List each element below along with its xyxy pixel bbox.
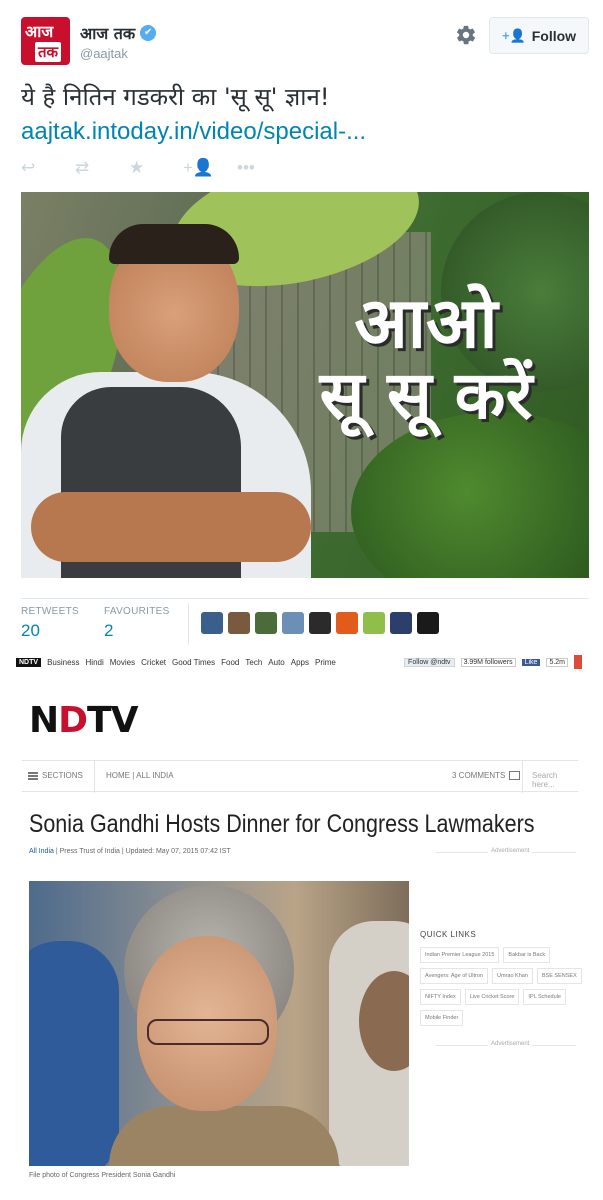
nav-item[interactable]: Auto [268,658,284,667]
divider [94,761,95,793]
article-byline: All India | Press Trust of India | Updat… [29,848,231,855]
tweet-link[interactable]: aajtak.intoday.in/video/special-... [21,118,366,146]
favoriter-avatar[interactable] [255,612,277,634]
favoriter-avatar[interactable] [309,612,331,634]
favourites-label: FAVOURITES [104,606,170,617]
favoriter-avatar[interactable] [282,612,304,634]
nav-item[interactable]: Food [221,658,239,667]
facebook-like-button[interactable]: Like [521,658,541,666]
twitter-follow-button[interactable]: Follow @ndtv [404,657,455,667]
person-body [109,1106,339,1166]
photo-headline: आओ सू सू करें [276,282,576,434]
tweet-text: ये है नितिन गडकरी का 'सू सू' ज्ञान! [21,83,330,111]
byline-category-link[interactable]: All India [29,848,54,855]
section-bar: SECTIONS HOME | ALL INDIA 3 COMMENTS Sea… [22,760,578,793]
retweets-stat[interactable]: RETWEETS 20 [21,606,79,641]
photo-headline-line2: सू सू करें [319,356,533,434]
quick-link[interactable]: NIFTY Index [420,989,461,1005]
advertisement-label: Advertisement [488,848,533,854]
verified-badge-icon: ✔ [140,25,157,41]
quick-links: QUICK LINKS Indian Premier League 2015 B… [420,930,582,1026]
photo-background-person [29,941,119,1166]
ndtv-topbar: NDTV Business Hindi Movies Cricket Good … [16,654,582,670]
quick-links-title: QUICK LINKS [420,930,477,939]
quick-link[interactable]: BSE SENSEX [536,968,582,984]
tweet: आज तक आज तक ✔ @aajtak +👤 Follow ये है नि… [0,0,603,650]
sections-label: SECTIONS [42,771,83,780]
nav-item[interactable]: Apps [291,658,309,667]
favoriter-avatar[interactable] [336,612,358,634]
retweets-count: 20 [21,621,40,640]
aajtak-avatar[interactable]: आज तक [21,17,70,65]
followers-count: 3.99M followers [460,657,516,667]
favoriter-avatars [201,612,439,634]
divider [21,598,589,599]
retweets-label: RETWEETS [21,606,79,617]
article-photo[interactable] [29,881,409,1166]
quick-link[interactable]: Indian Premier League 2015 [420,947,500,963]
nav-item[interactable]: Good Times [172,658,215,667]
follow-icon: +👤 [501,27,526,43]
tweet-actions: ↩ ⇄ ★ +👤 ••• [21,158,291,180]
search-input[interactable]: Search here... [532,771,578,789]
menu-icon [28,771,38,780]
google-plus-icon[interactable] [574,655,582,669]
person-arms [31,492,311,562]
byline-text: | Press Trust of India | Updated: May 07… [53,848,231,855]
favorite-icon[interactable]: ★ [129,158,183,180]
sections-menu[interactable]: SECTIONS [28,771,83,780]
quick-link[interactable]: Mobile Finder [420,1010,464,1026]
photo-caption: File photo of Congress President Sonia G… [29,1172,176,1179]
retweet-icon[interactable]: ⇄ [75,158,129,180]
tweet-photo[interactable]: आओ सू सू करें [21,192,589,578]
nav-item[interactable]: Tech [245,658,262,667]
person-glasses [147,1019,269,1045]
reply-icon[interactable]: ↩ [21,158,75,180]
ndtv-small-logo[interactable]: NDTV [16,657,42,667]
favoriter-avatar[interactable] [417,612,439,634]
ndtv-screenshot: NDTV Business Hindi Movies Cricket Good … [16,650,582,1190]
avatar-text-bottom: तक [35,42,62,62]
quick-link[interactable]: Bakbar is Back [503,947,551,963]
comment-icon [509,771,521,780]
favoriter-avatar[interactable] [390,612,412,634]
divider [188,603,189,645]
quick-link[interactable]: Avengers: Age of Ultron [420,968,488,984]
ndtv-logo[interactable]: NDTV [29,700,138,741]
avatar-text-top: आज [25,22,54,41]
comments-link[interactable]: 3 COMMENTS [452,771,521,780]
display-name-text: आज तक [80,24,136,43]
nav-item[interactable]: Business [47,658,79,667]
favoriter-avatar[interactable] [363,612,385,634]
more-icon[interactable]: ••• [237,158,291,180]
favourites-count: 2 [104,621,114,640]
display-name[interactable]: आज तक ✔ [80,22,157,44]
nav-item[interactable]: Movies [110,658,135,667]
follow-label: Follow [531,27,577,44]
gear-icon[interactable] [455,24,477,46]
breadcrumb[interactable]: HOME | ALL INDIA [106,771,174,780]
photo-headline-line1: आओ [354,282,498,364]
quick-link[interactable]: Live Cricket Score [464,989,520,1005]
advertisement-label: Advertisement [488,1041,533,1047]
quick-link[interactable]: IPL Schedule [523,989,566,1005]
divider [522,761,523,793]
article-title: Sonia Gandhi Hosts Dinner for Congress L… [29,810,535,838]
follow-button[interactable]: +👤 Follow [489,17,589,54]
like-count: 5.2m [546,657,568,667]
comments-label: 3 COMMENTS [452,771,506,780]
follow-icon[interactable]: +👤 [183,158,237,180]
person-hair [109,224,239,264]
favourites-stat[interactable]: FAVOURITES 2 [104,606,170,641]
quick-link[interactable]: Umrao Khan [492,968,533,984]
favoriter-avatar[interactable] [201,612,223,634]
nav-item[interactable]: Cricket [141,658,166,667]
nav-item[interactable]: Prime [315,658,336,667]
favoriter-avatar[interactable] [228,612,250,634]
user-handle[interactable]: @aajtak [80,46,128,61]
nav-item[interactable]: Hindi [86,658,104,667]
quick-links-list: Indian Premier League 2015 Bakbar is Bac… [420,947,582,1026]
